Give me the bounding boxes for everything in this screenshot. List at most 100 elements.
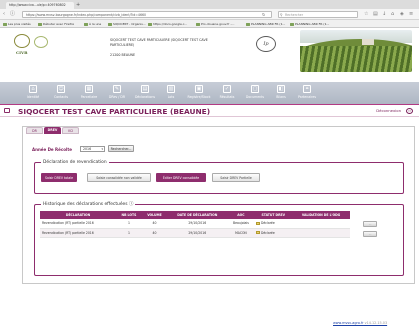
column-header: DATE DE DÉCLARATION xyxy=(167,211,228,219)
menu-label: Registre/Stock xyxy=(187,95,211,99)
company-info: SIQOCERT TEST CAVE PARTICULIERE (SIQOCER… xyxy=(110,38,250,58)
menu-label: DRev / DR xyxy=(108,95,126,99)
bookmark-item[interactable]: Débuter avec Firefox xyxy=(38,21,74,27)
reload-icon[interactable]: ↻ xyxy=(262,11,265,18)
url-input[interactable]: https://www.mvsv-bourgogne.fr/index.php/… xyxy=(22,11,272,18)
table-header-row: DÉCLARATION NB LOTS VOLUME DATE DE DÉCLA… xyxy=(40,211,350,219)
bookmark-item[interactable]: Pro-douane.gouv.fr -... xyxy=(196,21,234,27)
saisir-drev-totale-button[interactable]: Saisir DREV totale xyxy=(41,173,77,182)
partners-icon: ⚭ xyxy=(303,85,311,93)
home-browser-icon[interactable]: ⌂ xyxy=(391,11,394,18)
results-icon: ✓ xyxy=(223,85,231,93)
claim-legend: Déclaration de revendication xyxy=(41,160,109,165)
saisie-consolidee-button[interactable]: Saisie consolidée non validée xyxy=(87,173,151,182)
history-table: DÉCLARATION NB LOTS VOLUME DATE DE DÉCLA… xyxy=(40,211,350,238)
status-text: Déclarée xyxy=(260,230,275,235)
version-text: v14.12.15.03 xyxy=(363,321,388,325)
history-legend-text: Historique des déclarations effectuées xyxy=(43,202,128,207)
folder-icon xyxy=(4,108,10,113)
bookmarks-bar: Les plus visités Débuter avec Firefox À … xyxy=(0,20,419,28)
main-menu: ⌂ Identité ☺ Contacts ▦ Parcellaire ✎ DRev /… xyxy=(0,82,419,104)
cell-aoc: MACON xyxy=(227,228,255,238)
contacts-icon: ☺ xyxy=(57,85,65,93)
menu-item-drev[interactable]: ✎ DRev / DR xyxy=(102,85,132,103)
company-name-line2: PARTICULIERE) xyxy=(110,42,135,47)
parcel-icon: ▦ xyxy=(85,85,93,93)
footer-link-text[interactable]: www.mvsv-agro.fr xyxy=(333,321,364,325)
footer-link[interactable]: www.mvsv-agro.fr v14.12.15.03 xyxy=(333,321,387,325)
bookmark-item[interactable]: Les plus visités xyxy=(3,21,31,27)
table-row: Revendication (RT) partielle 2016 1 40 2… xyxy=(40,228,350,238)
info-icon[interactable]: ⓘ xyxy=(10,11,15,18)
menu-label: Parcellaire xyxy=(80,95,98,99)
home-icon: ⌂ xyxy=(29,85,37,93)
status-icon xyxy=(256,231,260,234)
power-icon[interactable]: ⏻ xyxy=(406,108,413,114)
menu-label: Lots xyxy=(167,95,175,99)
column-header: DÉCLARATION xyxy=(40,211,117,219)
cell-date: 29/10/2016 xyxy=(167,228,228,238)
logout-link[interactable]: Déconnexion xyxy=(376,108,401,114)
menu-item-partenaires[interactable]: ⚭ Partenaires xyxy=(292,85,322,103)
cell-volume: 40 xyxy=(141,228,168,238)
bilans-icon: ◧ xyxy=(277,85,285,93)
menu-label: Résultats xyxy=(219,95,235,99)
history-legend: Historique des déclarations effectuées ⓘ xyxy=(41,202,136,207)
back-icon[interactable]: ‹ xyxy=(3,11,5,18)
cell-date: 29/10/2016 xyxy=(167,219,228,229)
bookmark-item[interactable]: PLANNING ABR FR (1... xyxy=(246,21,285,27)
tab-dr[interactable]: DR xyxy=(26,127,43,134)
drev-icon: ✎ xyxy=(113,85,121,93)
menu-item-identite[interactable]: ⌂ Identité xyxy=(18,85,48,103)
harvest-year-label: Année De Récolte xyxy=(32,147,72,152)
table-row: Revendication (RT) partielle 2016 1 40 2… xyxy=(40,219,350,229)
column-header: STATUT DREV xyxy=(254,211,293,219)
saisir-drev-partielle-button[interactable]: Saisir DREV Partielle xyxy=(212,173,260,182)
new-tab-button[interactable]: + xyxy=(76,2,80,9)
menu-item-contacts[interactable]: ☺ Contacts xyxy=(46,85,76,103)
row-action-button[interactable]: ··· xyxy=(363,221,377,227)
swirl-logo-icon xyxy=(34,36,48,48)
search-button[interactable]: Rechercher... xyxy=(108,145,134,152)
bookmark-item[interactable]: PLANNING ABR FR (1... xyxy=(290,21,329,27)
tab-drev[interactable]: DREV xyxy=(44,127,61,134)
cell-nb-lots: 1 xyxy=(116,219,142,229)
cell-validation xyxy=(292,228,350,238)
harvest-year-select[interactable]: 2016 ▾ xyxy=(80,146,105,152)
shield-icon[interactable]: ◈ xyxy=(400,11,404,18)
cell-validation xyxy=(292,219,350,229)
civb-mark-icon xyxy=(14,34,30,48)
page-title: SIQOCERT TEST CAVE PARTICULIERE (BEAUNE) xyxy=(18,107,211,116)
search-icon: ⚲ xyxy=(280,13,283,17)
search-placeholder: Rechercher xyxy=(285,13,304,17)
browser-tab-bar: http://www.civa...ule/p=409760802 + xyxy=(0,0,419,9)
harvest-year-value: 2016 xyxy=(83,147,92,151)
bookmark-item[interactable]: À la une xyxy=(84,21,101,27)
download-icon[interactable]: ↓ xyxy=(382,11,386,18)
reading-list-icon[interactable]: ▤ xyxy=(373,11,378,18)
lots-icon: ▥ xyxy=(167,85,175,93)
documents-icon: ▢ xyxy=(251,85,259,93)
browser-search-input[interactable]: ⚲ Rechercher xyxy=(278,11,358,18)
menu-icon[interactable]: ≡ xyxy=(409,11,413,18)
star-icon[interactable]: ☆ xyxy=(364,11,368,18)
cell-aoc: Beaujolais xyxy=(227,219,255,229)
editer-drev-consolidee-button[interactable]: Éditer DREV consolidée xyxy=(156,173,206,182)
browser-tab[interactable]: http://www.civa...ule/p=409760802 xyxy=(6,2,74,9)
civb-logo[interactable]: CIVB xyxy=(14,34,48,58)
bookmark-item[interactable]: https://docs.google.c... xyxy=(148,21,187,27)
info-icon[interactable]: ⓘ xyxy=(129,202,133,207)
bookmark-item[interactable]: SIQOCERT - Organis... xyxy=(108,21,146,27)
menu-item-registre[interactable]: ▣ Registre/Stock xyxy=(184,85,214,103)
cell-nb-lots: 1 xyxy=(116,228,142,238)
menu-item-resultats[interactable]: ✓ Résultats xyxy=(212,85,242,103)
column-header: NB LOTS xyxy=(116,211,142,219)
menu-item-lots[interactable]: ▥ Lots xyxy=(156,85,186,103)
row-action-button[interactable]: ··· xyxy=(363,231,377,237)
page-title-bar: SIQOCERT TEST CAVE PARTICULIERE (BEAUNE)… xyxy=(0,104,419,117)
vineyard-banner-image xyxy=(300,30,412,72)
tab-vci[interactable]: VCI xyxy=(62,127,79,134)
menu-item-parcellaire[interactable]: ▦ Parcellaire xyxy=(74,85,104,103)
column-header: VALIDATION DE L'ODG xyxy=(292,211,350,219)
declarations-icon: ▤ xyxy=(141,85,149,93)
